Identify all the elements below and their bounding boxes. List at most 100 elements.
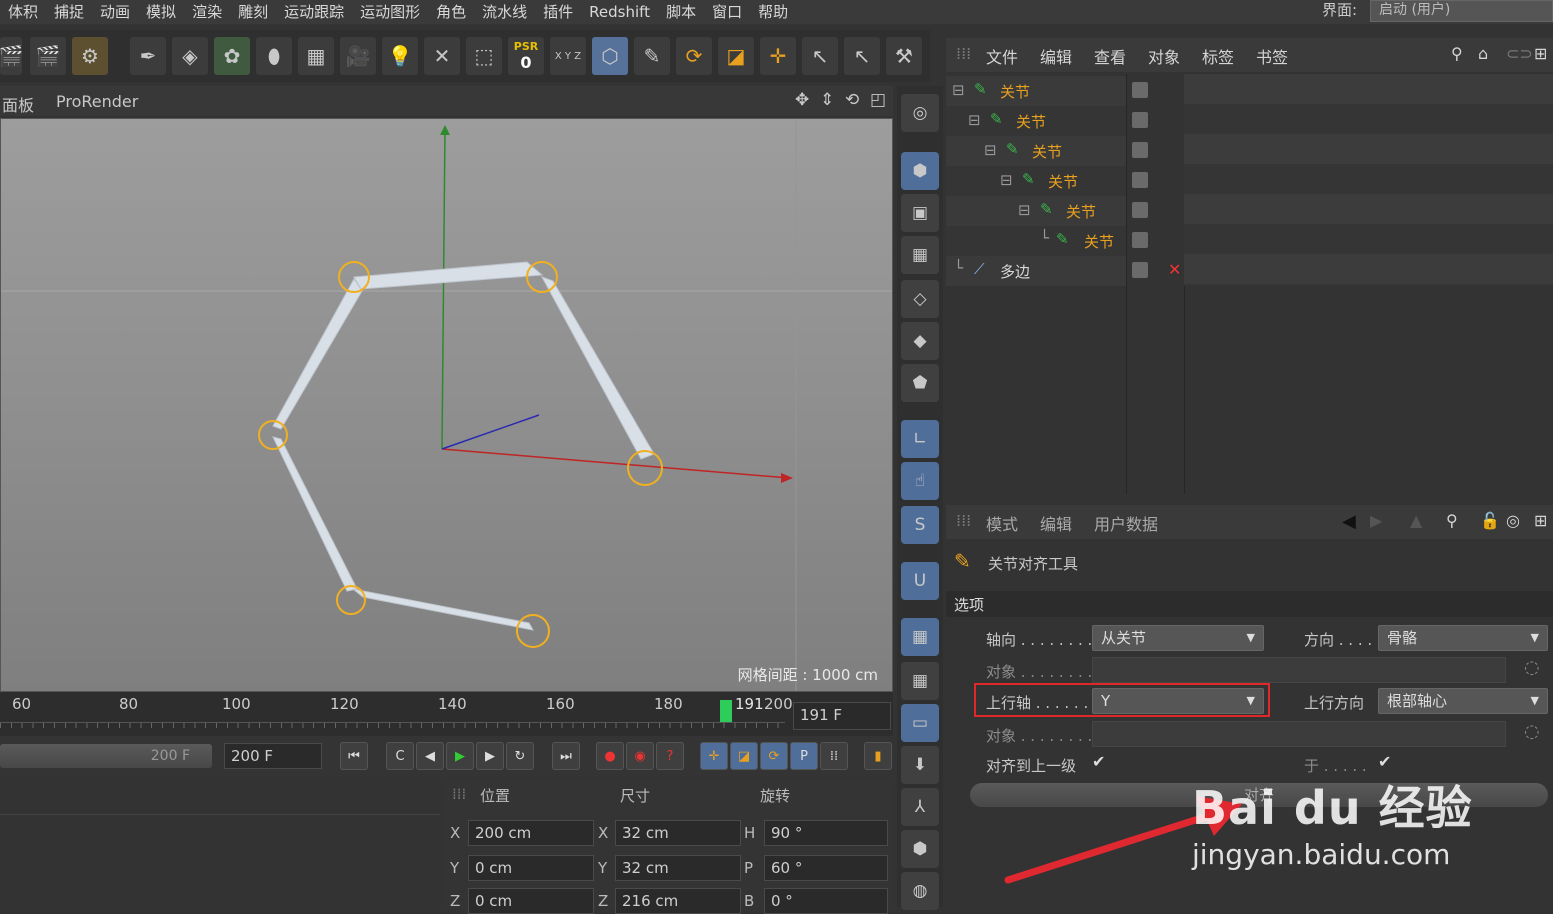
axis-dropdown[interactable]: 从关节 ▼	[1092, 625, 1264, 651]
menu-item-simulate[interactable]: 模拟	[138, 0, 184, 24]
direction-dropdown[interactable]: 骨骼 ▼	[1378, 625, 1548, 651]
menu-item-motion-tracking[interactable]: 运动跟踪	[276, 0, 352, 24]
pos-x-field[interactable]: 200 cm	[468, 820, 594, 846]
viewport-maximize-icon[interactable]: ◰	[870, 90, 886, 110]
autokey-icon[interactable]: ◉	[626, 742, 654, 770]
pick-icon[interactable]: ◌	[1524, 657, 1540, 678]
visibility-icon[interactable]	[1132, 172, 1148, 188]
back-arrow-icon[interactable]: ◀	[1342, 511, 1356, 532]
prev-frame-icon[interactable]: ◀	[416, 742, 444, 770]
tree-expand-icon[interactable]: ⊟	[984, 141, 997, 159]
om-menu-file[interactable]: 文件	[986, 44, 1018, 68]
points-mode-icon[interactable]: ◇	[901, 280, 939, 318]
am-menu-mode[interactable]: 模式	[986, 511, 1018, 535]
key-position-icon[interactable]: ✛	[700, 742, 728, 770]
record-icon[interactable]: ●	[596, 742, 624, 770]
deformer-icon[interactable]: ⬮	[256, 37, 292, 75]
object-row[interactable]: └ ⟋ 多边	[946, 256, 1126, 286]
up-axis-dropdown[interactable]: Y ▼	[1092, 688, 1264, 714]
transfer-icon[interactable]: ✕	[424, 37, 460, 75]
cloner-icon[interactable]: ✿	[214, 37, 250, 75]
size-z-field[interactable]: 216 cm	[615, 888, 741, 914]
size-y-field[interactable]: 32 cm	[615, 855, 741, 881]
size-x-field[interactable]: 32 cm	[615, 820, 741, 846]
menu-item-script[interactable]: 脚本	[658, 0, 704, 24]
object-row[interactable]: ⊟ ✎ 关节	[946, 196, 1126, 226]
align-parent-checkbox[interactable]: ✔	[1092, 752, 1105, 771]
prev-key-icon[interactable]: C	[386, 742, 414, 770]
live-select-icon[interactable]: ↖	[802, 37, 838, 75]
rot-h-field[interactable]: 90 °	[764, 820, 888, 846]
range-slider[interactable]: 200 F	[0, 744, 212, 768]
viewport-pan-icon[interactable]: ✥	[795, 90, 809, 110]
rot-p-field[interactable]: 60 °	[764, 855, 888, 881]
search-icon[interactable]: ⚲	[1446, 511, 1458, 530]
model-mode-icon[interactable]: ⬡	[592, 37, 628, 75]
menu-item-character[interactable]: 角色	[428, 0, 474, 24]
edges-mode-icon[interactable]: ◆	[901, 322, 939, 360]
menu-item-sculpt[interactable]: 雕刻	[230, 0, 276, 24]
options-tab[interactable]: 选项	[954, 594, 984, 615]
key-rotation-icon[interactable]: ⟳	[760, 742, 788, 770]
timeline-ruler[interactable]: 60 80 100 120 140 160 180 191 200 191 F	[0, 692, 893, 736]
cube-icon[interactable]: ⬢	[901, 830, 939, 868]
pos-y-field[interactable]: 0 cm	[468, 855, 594, 881]
timeline-icon[interactable]: ▮	[864, 742, 892, 770]
play-icon[interactable]: ▶	[446, 742, 474, 770]
coordinate-system-icon[interactable]: ⬚	[466, 37, 502, 75]
home-icon[interactable]: ⌂	[1478, 44, 1488, 63]
workplane-icon[interactable]: ▦	[901, 236, 939, 274]
object-row[interactable]: ⊟ ✎ 关节	[946, 166, 1126, 196]
new-view-icon[interactable]: ⊞	[1534, 44, 1547, 63]
object-row[interactable]: ⊟ ✎ 关节	[946, 136, 1126, 166]
viewport-tab-panel[interactable]: 面板	[2, 92, 34, 116]
menu-item-redshift[interactable]: Redshift	[581, 0, 658, 24]
rot-b-field[interactable]: 0 °	[764, 888, 888, 914]
tree-expand-icon[interactable]: ⊟	[1018, 201, 1031, 219]
download-icon[interactable]: ⬇	[901, 746, 939, 784]
joint-tool-icon[interactable]: ✎	[634, 37, 670, 75]
om-menu-edit[interactable]: 编辑	[1040, 44, 1072, 68]
playhead[interactable]	[720, 700, 732, 722]
menu-item-animate[interactable]: 动画	[92, 0, 138, 24]
camera-icon[interactable]: 🎥	[340, 37, 376, 75]
tree-expand-icon[interactable]: ⊟	[952, 81, 965, 99]
menu-item-window[interactable]: 窗口	[704, 0, 750, 24]
cube-generator-icon[interactable]: ◈	[172, 37, 208, 75]
visibility-icon[interactable]	[1132, 232, 1148, 248]
xyz-lock-icon[interactable]: X Y Z	[550, 37, 586, 75]
key-scale-icon[interactable]: ◪	[730, 742, 758, 770]
object-link-field-2[interactable]	[1092, 721, 1506, 747]
target-icon[interactable]: ◎	[1506, 511, 1520, 530]
light-icon[interactable]: 💡	[382, 37, 418, 75]
new-view-icon[interactable]: ⊞	[1534, 511, 1547, 530]
floor-icon[interactable]: ▦	[298, 37, 334, 75]
forward-arrow-icon[interactable]: ▶	[1370, 511, 1382, 530]
polygons-mode-icon[interactable]: ⬟	[901, 364, 939, 402]
pen-icon[interactable]: ✒	[130, 37, 166, 75]
om-menu-view[interactable]: 查看	[1094, 44, 1126, 68]
viewport-rotate-icon[interactable]: ⟲	[845, 90, 859, 110]
max-frame-field[interactable]: 200 F	[224, 743, 322, 769]
viewport-dolly-icon[interactable]: ⇕	[820, 90, 834, 110]
axis-mode-icon[interactable]: ∟	[901, 420, 939, 458]
viewport-tab-prorender[interactable]: ProRender	[56, 92, 138, 111]
cursor-icon[interactable]: ⚒	[886, 37, 922, 75]
link-icon[interactable]: ⊂⊃	[1506, 44, 1533, 63]
render-view-icon[interactable]: 🎬	[0, 37, 23, 75]
sphere-icon[interactable]: ◍	[901, 872, 939, 910]
up-arrow-icon[interactable]: ▲	[1410, 511, 1422, 530]
om-menu-bookmarks[interactable]: 书签	[1256, 44, 1288, 68]
menu-item-pipeline[interactable]: 流水线	[474, 0, 535, 24]
next-key-icon[interactable]: ↻	[506, 742, 534, 770]
visibility-icon[interactable]	[1132, 262, 1148, 278]
make-editable-icon[interactable]: ◎	[901, 94, 939, 132]
current-frame-field[interactable]: 191 F	[793, 702, 891, 730]
viewport[interactable]: 网格间距 : 1000 cm	[0, 118, 893, 692]
model-mode-icon[interactable]: ⬢	[901, 152, 939, 190]
object-link-field[interactable]	[1092, 657, 1506, 683]
menu-item-mograph[interactable]: 运动图形	[352, 0, 428, 24]
object-row[interactable]: ⊟ ✎ 关节	[946, 106, 1126, 136]
object-row[interactable]: ⊟ ✎ 关节	[946, 76, 1126, 106]
lock-icon[interactable]: 🔓	[1480, 511, 1500, 530]
